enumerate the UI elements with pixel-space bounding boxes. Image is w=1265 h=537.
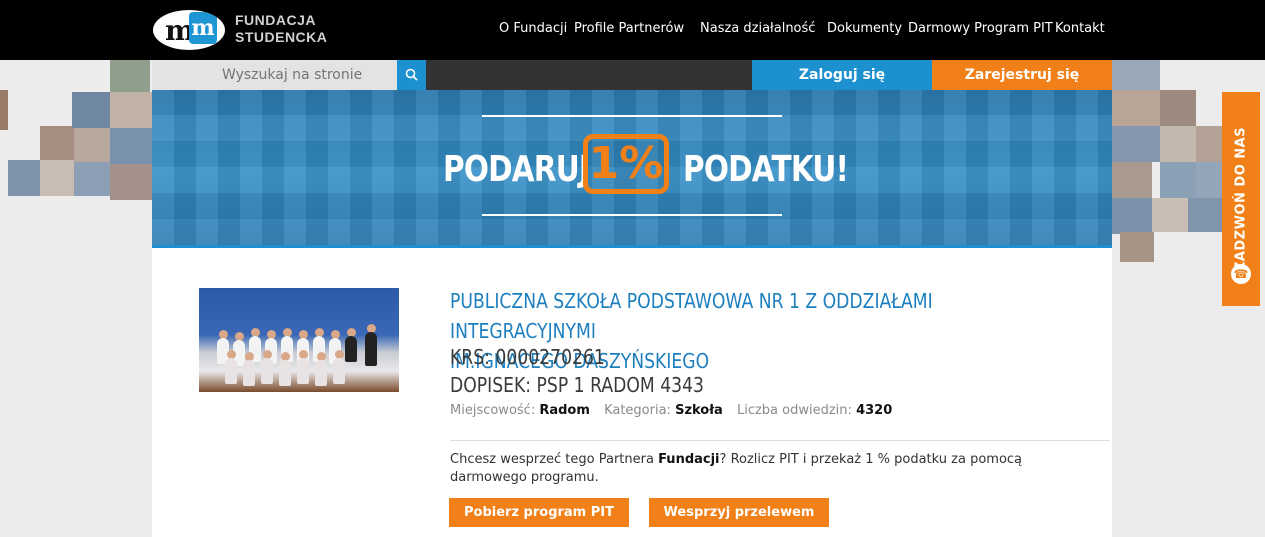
partner-title-line1: PUBLICZNA SZKOŁA PODSTAWOWA NR 1 Z ODDZI… bbox=[450, 289, 933, 343]
call-us-tab[interactable]: ZADZWOŃ DO NAS ☎ bbox=[1222, 92, 1260, 306]
partner-dopisek: DOPISEK: PSP 1 RADOM 4343 bbox=[450, 373, 704, 397]
banner-text-left: PODARUJ bbox=[443, 149, 590, 190]
nav-item-o-fundacji[interactable]: O Fundacji bbox=[499, 21, 567, 36]
support-text: Chcesz wesprzeć tego Partnera Fundacji? … bbox=[450, 451, 1070, 487]
category-label: Kategoria: bbox=[604, 403, 671, 418]
logo-letters-accent: m bbox=[189, 12, 217, 44]
support-text-before: Chcesz wesprzeć tego Partnera bbox=[450, 452, 659, 467]
banner-line-bottom bbox=[482, 214, 782, 216]
banner-line-top bbox=[482, 115, 782, 117]
partner-meta: Miejscowość: Radom Kategoria: Szkoła Lic… bbox=[450, 403, 902, 418]
city-label: Miejscowość: bbox=[450, 403, 536, 418]
logo-mark-icon: m m bbox=[153, 10, 225, 50]
nav-item-darmowy-program-pit[interactable]: Darmowy Program PIT bbox=[908, 21, 1053, 36]
banner-text-right: PODATKU! bbox=[683, 149, 849, 190]
call-us-label: ZADZWOŃ DO NAS bbox=[1233, 126, 1249, 272]
logo-letters: m bbox=[165, 14, 195, 47]
divider bbox=[450, 440, 1110, 441]
nav-item-kontakt[interactable]: Kontakt bbox=[1055, 21, 1105, 36]
visits-value: 4320 bbox=[856, 403, 893, 418]
search-icon bbox=[405, 68, 418, 81]
top-navbar: m m FUNDACJA STUDENCKA O Fundacji Profil… bbox=[0, 0, 1265, 60]
nav-item-nasza-dzialalnosc[interactable]: Nasza działalność bbox=[700, 21, 815, 36]
logo-text-line1: FUNDACJA bbox=[235, 12, 316, 28]
search-button[interactable] bbox=[397, 60, 426, 90]
nav-item-dokumenty[interactable]: Dokumenty bbox=[827, 21, 902, 36]
logo[interactable]: m m FUNDACJA STUDENCKA bbox=[153, 8, 327, 52]
register-button[interactable]: Zarejestruj się bbox=[932, 60, 1112, 90]
city-value: Radom bbox=[539, 403, 590, 418]
phone-icon: ☎ bbox=[1231, 264, 1251, 284]
search-input[interactable] bbox=[152, 60, 397, 90]
nav-item-profile-partnerow[interactable]: Profile Partnerów bbox=[574, 21, 684, 36]
banner-percent-badge: 1% bbox=[583, 134, 669, 194]
logo-text: FUNDACJA STUDENCKA bbox=[235, 12, 327, 46]
logo-text-line2: STUDENCKA bbox=[235, 29, 328, 45]
visits-label: Liczba odwiedzin: bbox=[736, 403, 852, 418]
download-pit-button[interactable]: Pobierz program PIT bbox=[449, 498, 629, 527]
partner-krs: KRS: 0000270261 bbox=[450, 345, 605, 369]
search-bar-filler bbox=[426, 60, 752, 90]
login-button[interactable]: Zaloguj się bbox=[752, 60, 932, 90]
transfer-support-button[interactable]: Wesprzyj przelewem bbox=[649, 498, 829, 527]
partner-photo[interactable] bbox=[199, 288, 399, 392]
category-value: Szkoła bbox=[675, 403, 723, 418]
support-text-bold: Fundacji bbox=[658, 452, 720, 467]
